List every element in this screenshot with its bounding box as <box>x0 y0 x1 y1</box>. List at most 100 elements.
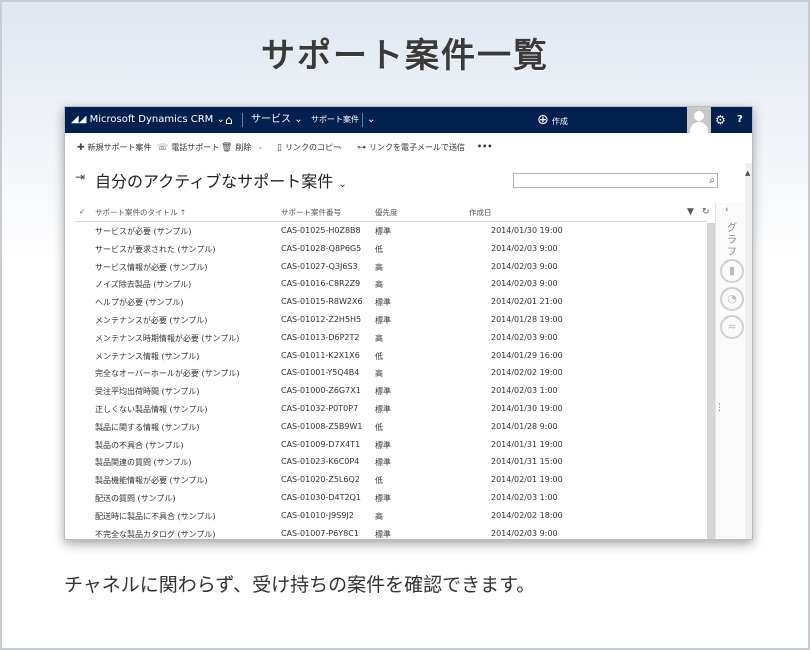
gear-icon[interactable]: ⚙ <box>715 107 726 133</box>
chart-panel-label: グラフ <box>727 223 737 258</box>
table-row[interactable]: 製品の不具合 (サンプル) CAS-01009-D7X4T1 標準 2014/01/3… <box>75 436 707 454</box>
brand[interactable]: ◢◢ Microsoft Dynamics CRM ⌄ <box>71 107 225 133</box>
copy-link-dropdown-icon[interactable]: ⌄ <box>337 142 344 151</box>
case-number-cell: CAS-01023-K6C0P4 <box>281 457 360 467</box>
pin-icon[interactable]: ⇥ <box>75 170 85 184</box>
refresh-icon[interactable]: ↻ <box>702 207 710 217</box>
view-selector[interactable]: 自分のアクティブなサポート案件 ⌄ <box>95 168 347 192</box>
table-row[interactable]: 製品関連の質問 (サンプル) CAS-01023-K6C0P4 標準 2014/01/… <box>75 453 707 471</box>
priority-cell: 標準 <box>375 227 391 236</box>
table-row[interactable]: 製品機能情報が必要 (サンプル) CAS-01020-Z5L6Q2 低 2014/02… <box>75 471 707 489</box>
search-input[interactable] <box>514 174 703 187</box>
column-header-priority[interactable]: 優先度 <box>375 207 398 218</box>
copy-link-button[interactable]: ▯ リンクのコピー <box>277 142 341 153</box>
filter-icon[interactable]: ▼ <box>687 207 694 217</box>
view-title: 自分のアクティブなサポート案件 <box>95 172 334 191</box>
case-title-cell[interactable]: 配送時に製品に不具合 (サンプル) <box>95 511 216 522</box>
table-row[interactable]: メンテナンスが必要 (サンプル) CAS-01012-Z2H5H5 標準 2014/0… <box>75 311 707 329</box>
case-number-cell: CAS-01011-K2X1X6 <box>281 350 360 360</box>
created-on-cell: 2014/02/02 18:00 <box>491 510 563 520</box>
table-row[interactable]: メンテナンス時期情報が必要 (サンプル) CAS-01013-D6P2T2 高 201… <box>75 329 707 347</box>
email-link-label: リンクを電子メールで送信 <box>369 143 465 152</box>
area-chart-icon[interactable]: ≈ <box>720 315 744 339</box>
delete-dropdown-icon[interactable]: ⌄ <box>257 142 264 151</box>
case-title-cell[interactable]: メンテナンス時期情報が必要 (サンプル) <box>95 333 239 344</box>
chevron-left-icon[interactable]: ‹ <box>725 205 729 215</box>
created-on-cell: 2014/02/03 9:00 <box>491 528 558 538</box>
phone-support-button[interactable]: ☏ 電話サポート <box>157 142 219 153</box>
table-row[interactable]: ノイズ除去製品 (サンプル) CAS-01016-C8R2Z9 高 2014/02/0… <box>75 275 707 293</box>
priority-cell: 高 <box>375 511 383 521</box>
case-title-cell[interactable]: ノイズ除去製品 (サンプル) <box>95 279 191 290</box>
table-row[interactable]: サービスが要求された (サンプル) CAS-01028-Q8P6G5 低 2014/0… <box>75 240 707 258</box>
create-button[interactable]: ⊕ 作成 <box>537 107 568 133</box>
table-row[interactable]: 完全なオーバーホールが必要 (サンプル) CAS-01001-Y5Q4B4 高 201… <box>75 364 707 382</box>
case-title-cell[interactable]: 完全なオーバーホールが必要 (サンプル) <box>95 368 239 379</box>
nav-bar: ◢◢ Microsoft Dynamics CRM ⌄ ⌂ サービス ⌄ サポー… <box>65 107 752 133</box>
pie-chart-icon[interactable]: ◔ <box>720 287 744 311</box>
table-row[interactable]: 正しくない製品情報 (サンプル) CAS-01032-P0T0P7 標準 2014/0… <box>75 400 707 418</box>
created-on-cell: 2014/01/28 9:00 <box>491 421 558 431</box>
case-number-cell: CAS-01020-Z5L6Q2 <box>281 475 360 485</box>
case-number-cell: CAS-01008-Z5B9W1 <box>281 421 363 431</box>
search-icon[interactable]: ⌕ <box>709 174 715 187</box>
case-number-cell: CAS-01028-Q8P6G5 <box>281 243 362 253</box>
more-commands-button[interactable]: ••• <box>477 142 492 151</box>
column-header-title[interactable]: サポート案件のタイトル ↑ <box>95 207 186 218</box>
help-button[interactable]: ? <box>737 107 743 133</box>
chevron-down-icon[interactable]: ⌄ <box>367 107 375 133</box>
nav-entity-case[interactable]: サポート案件 <box>311 107 359 133</box>
table-row[interactable]: 配送時に製品に不具合 (サンプル) CAS-01010-J9S9J2 高 2014/0… <box>75 507 707 525</box>
email-link-dropdown-icon[interactable]: ⌄ <box>453 142 460 151</box>
email-link-button[interactable]: ⊶ リンクを電子メールで送信 <box>357 142 465 153</box>
avatar[interactable] <box>687 107 711 133</box>
case-title-cell[interactable]: 不完全な製品カタログ (サンプル) <box>95 529 216 539</box>
case-title-cell[interactable]: 受注平均出荷時間 (サンプル) <box>95 386 200 397</box>
case-title-cell[interactable]: 正しくない製品情報 (サンプル) <box>95 404 208 415</box>
case-title-cell[interactable]: 製品関連の質問 (サンプル) <box>95 457 192 468</box>
case-title-cell[interactable]: 配送の質問 (サンプル) <box>95 493 176 504</box>
case-title-cell[interactable]: 製品の不具合 (サンプル) <box>95 440 184 451</box>
chevron-down-icon: ⌄ <box>294 114 303 125</box>
copy-link-label: リンクのコピー <box>284 143 341 152</box>
created-on-cell: 2014/01/30 19:00 <box>491 403 563 413</box>
case-title-cell[interactable]: メンテナンス情報 (サンプル) <box>95 351 199 362</box>
table-row[interactable]: ヘルプが必要 (サンプル) CAS-01015-R8W2X6 標準 2014/02/0… <box>75 293 707 311</box>
case-title-cell[interactable]: サービス情報が必要 (サンプル) <box>95 262 208 273</box>
priority-cell: 標準 <box>375 387 391 397</box>
case-title-cell[interactable]: サービスが要求された (サンプル) <box>95 244 216 255</box>
grid-scrollbar[interactable] <box>707 223 715 539</box>
priority-cell: 高 <box>375 280 383 290</box>
bar-chart-icon[interactable]: ▮ <box>720 259 744 283</box>
case-number-cell: CAS-01025-H0Z8B8 <box>281 226 361 235</box>
table-row[interactable]: サービス情報が必要 (サンプル) CAS-01027-Q3J6S3 高 2014/02… <box>75 258 707 276</box>
case-title-cell[interactable]: 製品機能情報が必要 (サンプル) <box>95 475 208 486</box>
case-number-cell: CAS-01012-Z2H5H5 <box>281 314 362 324</box>
table-row[interactable]: メンテナンス情報 (サンプル) CAS-01011-K2X1X6 低 2014/01/… <box>75 347 707 365</box>
priority-cell: 高 <box>375 369 383 379</box>
new-case-button[interactable]: ✚ 新規サポート案件 <box>77 142 152 153</box>
scroll-up-icon[interactable]: ▲ <box>745 169 750 177</box>
table-row[interactable]: 製品に関する情報 (サンプル) CAS-01008-Z5B9W1 低 2014/01/… <box>75 418 707 436</box>
case-title-cell[interactable]: 製品に関する情報 (サンプル) <box>95 422 200 433</box>
delete-button[interactable]: 🗑 削除 <box>221 142 251 153</box>
select-all-checkbox[interactable]: ✓ <box>79 207 85 216</box>
priority-cell: 低 <box>375 422 383 432</box>
case-title-cell[interactable]: メンテナンスが必要 (サンプル) <box>95 315 207 326</box>
case-title-cell[interactable]: サービスが必要 (サンプル) <box>95 226 192 237</box>
panel-resize-handle[interactable]: ⋮ <box>715 403 724 413</box>
case-number-cell: CAS-01001-Y5Q4B4 <box>281 368 360 378</box>
table-row[interactable]: 不完全な製品カタログ (サンプル) CAS-01007-P6Y8C1 標準 2014/… <box>75 525 707 539</box>
table-row[interactable]: 配送の質問 (サンプル) CAS-01030-D4T2Q1 標準 2014/02/03… <box>75 489 707 507</box>
nav-area-service[interactable]: サービス ⌄ <box>251 107 303 133</box>
priority-cell: 標準 <box>375 404 391 414</box>
column-header-case-number[interactable]: サポート案件番号 <box>281 207 341 218</box>
column-header-created-on[interactable]: 作成日 <box>469 207 492 218</box>
table-row[interactable]: サービスが必要 (サンプル) CAS-01025-H0Z8B8 標準 2014/01/… <box>75 222 707 240</box>
home-icon[interactable]: ⌂ <box>225 107 233 133</box>
page-scrollbar[interactable] <box>745 163 752 539</box>
table-row[interactable]: 受注平均出荷時間 (サンプル) CAS-01000-Z6G7X1 標準 2014/02… <box>75 382 707 400</box>
priority-cell: 低 <box>375 244 383 254</box>
case-title-cell[interactable]: ヘルプが必要 (サンプル) <box>95 297 184 308</box>
priority-cell: 低 <box>375 351 383 361</box>
